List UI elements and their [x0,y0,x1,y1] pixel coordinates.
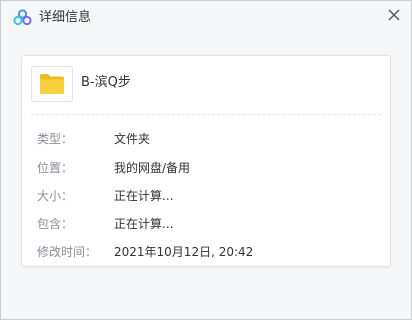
title-bar: 详细信息 [1,1,411,35]
dialog-title: 详细信息 [39,10,92,25]
folder-icon [40,74,64,94]
size-value: 正在计算... [114,189,174,203]
details-card: B-滨Q步 类型： 文件夹 位置： 我的网盘/备用 大小： 正在计算... 包含… [21,55,391,267]
baidu-netdisk-logo-icon [13,9,32,26]
location-value: 我的网盘/备用 [114,161,191,175]
type-label: 类型： [37,132,74,146]
close-button[interactable] [384,5,404,25]
file-thumbnail [31,66,73,102]
modified-time-value: 2021年10月12日, 20:42 [114,245,254,259]
contains-label: 包含： [37,217,74,231]
location-label: 位置： [37,161,74,175]
close-icon [388,9,400,21]
file-name: B-滨Q步 [81,75,131,90]
type-value: 文件夹 [114,132,151,146]
size-label: 大小： [37,189,74,203]
contains-value: 正在计算... [114,217,174,231]
modified-time-label: 修改时间： [37,245,98,259]
divider [31,114,381,115]
details-dialog: 详细信息 B-滨Q步 类型： 文件夹 位置： 我的网盘/备用 大小： 正在计算.… [0,0,412,320]
